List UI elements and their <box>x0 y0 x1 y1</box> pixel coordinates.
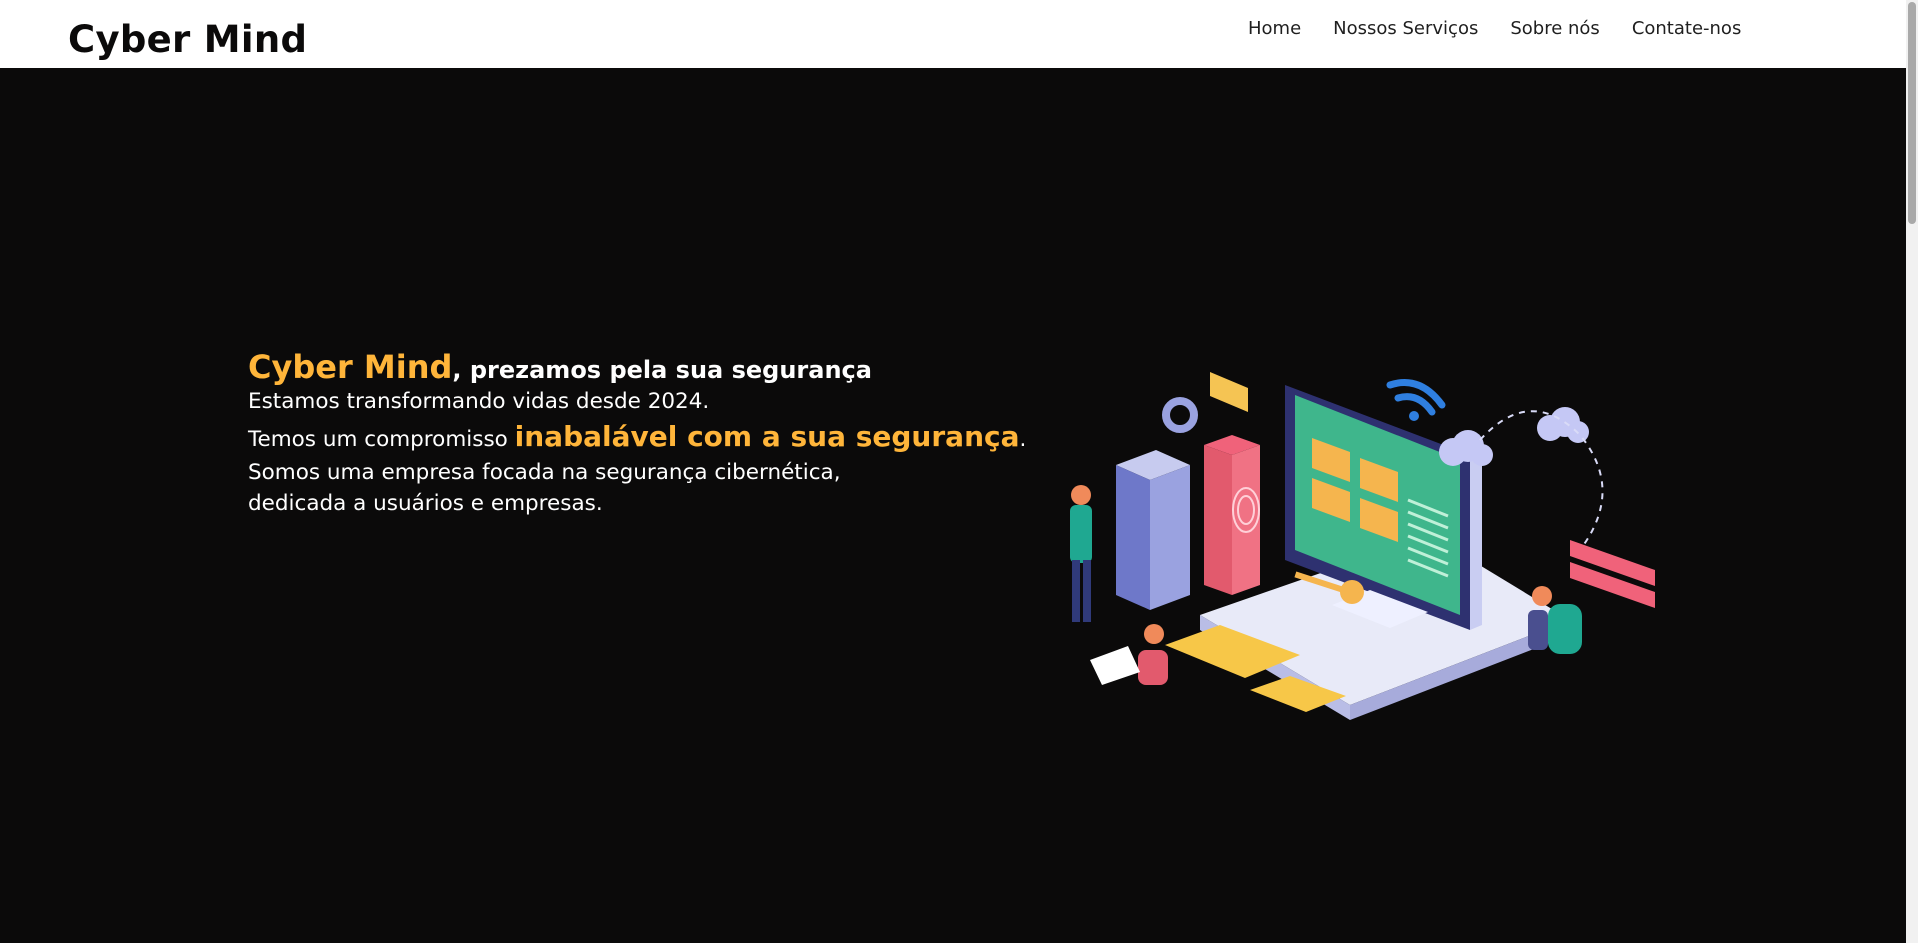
top-navbar: Cyber Mind Home Nossos Serviços Sobre nó… <box>0 0 1906 68</box>
hero-text: Cyber Mind, prezamos pela sua segurança … <box>248 348 1026 519</box>
hero-line-commitment: Temos um compromisso inabalável com a su… <box>248 421 1026 455</box>
hero-headline-rest: , prezamos pela sua segurança <box>452 356 872 384</box>
cybersecurity-illustration <box>1050 360 1662 740</box>
hero-commitment-accent: inabalável com a sua segurança <box>514 420 1020 453</box>
nav-link-services[interactable]: Nossos Serviços <box>1333 18 1478 39</box>
hero-commitment-prefix: Temos um compromisso <box>248 427 515 452</box>
hero-commitment-suffix: . <box>1019 427 1027 452</box>
hero-line-dedicated: dedicada a usuários e empresas. <box>248 491 603 516</box>
nav-link-home[interactable]: Home <box>1248 18 1301 39</box>
brand-logo[interactable]: Cyber Mind <box>68 18 307 61</box>
nav-link-contact[interactable]: Contate-nos <box>1632 18 1742 39</box>
nav-link-about[interactable]: Sobre nós <box>1510 18 1599 39</box>
scrollbar[interactable] <box>1906 0 1918 943</box>
hero-headline: Cyber Mind, prezamos pela sua segurança <box>248 348 1026 386</box>
main-nav: Home Nossos Serviços Sobre nós Contate-n… <box>1248 18 1773 39</box>
scrollbar-thumb[interactable] <box>1908 2 1916 224</box>
hero-line-since: Estamos transformando vidas desde 2024. <box>248 389 710 414</box>
hero-line-focus: Somos uma empresa focada na segurança ci… <box>248 460 841 485</box>
hero-brand-accent: Cyber Mind <box>248 348 453 386</box>
